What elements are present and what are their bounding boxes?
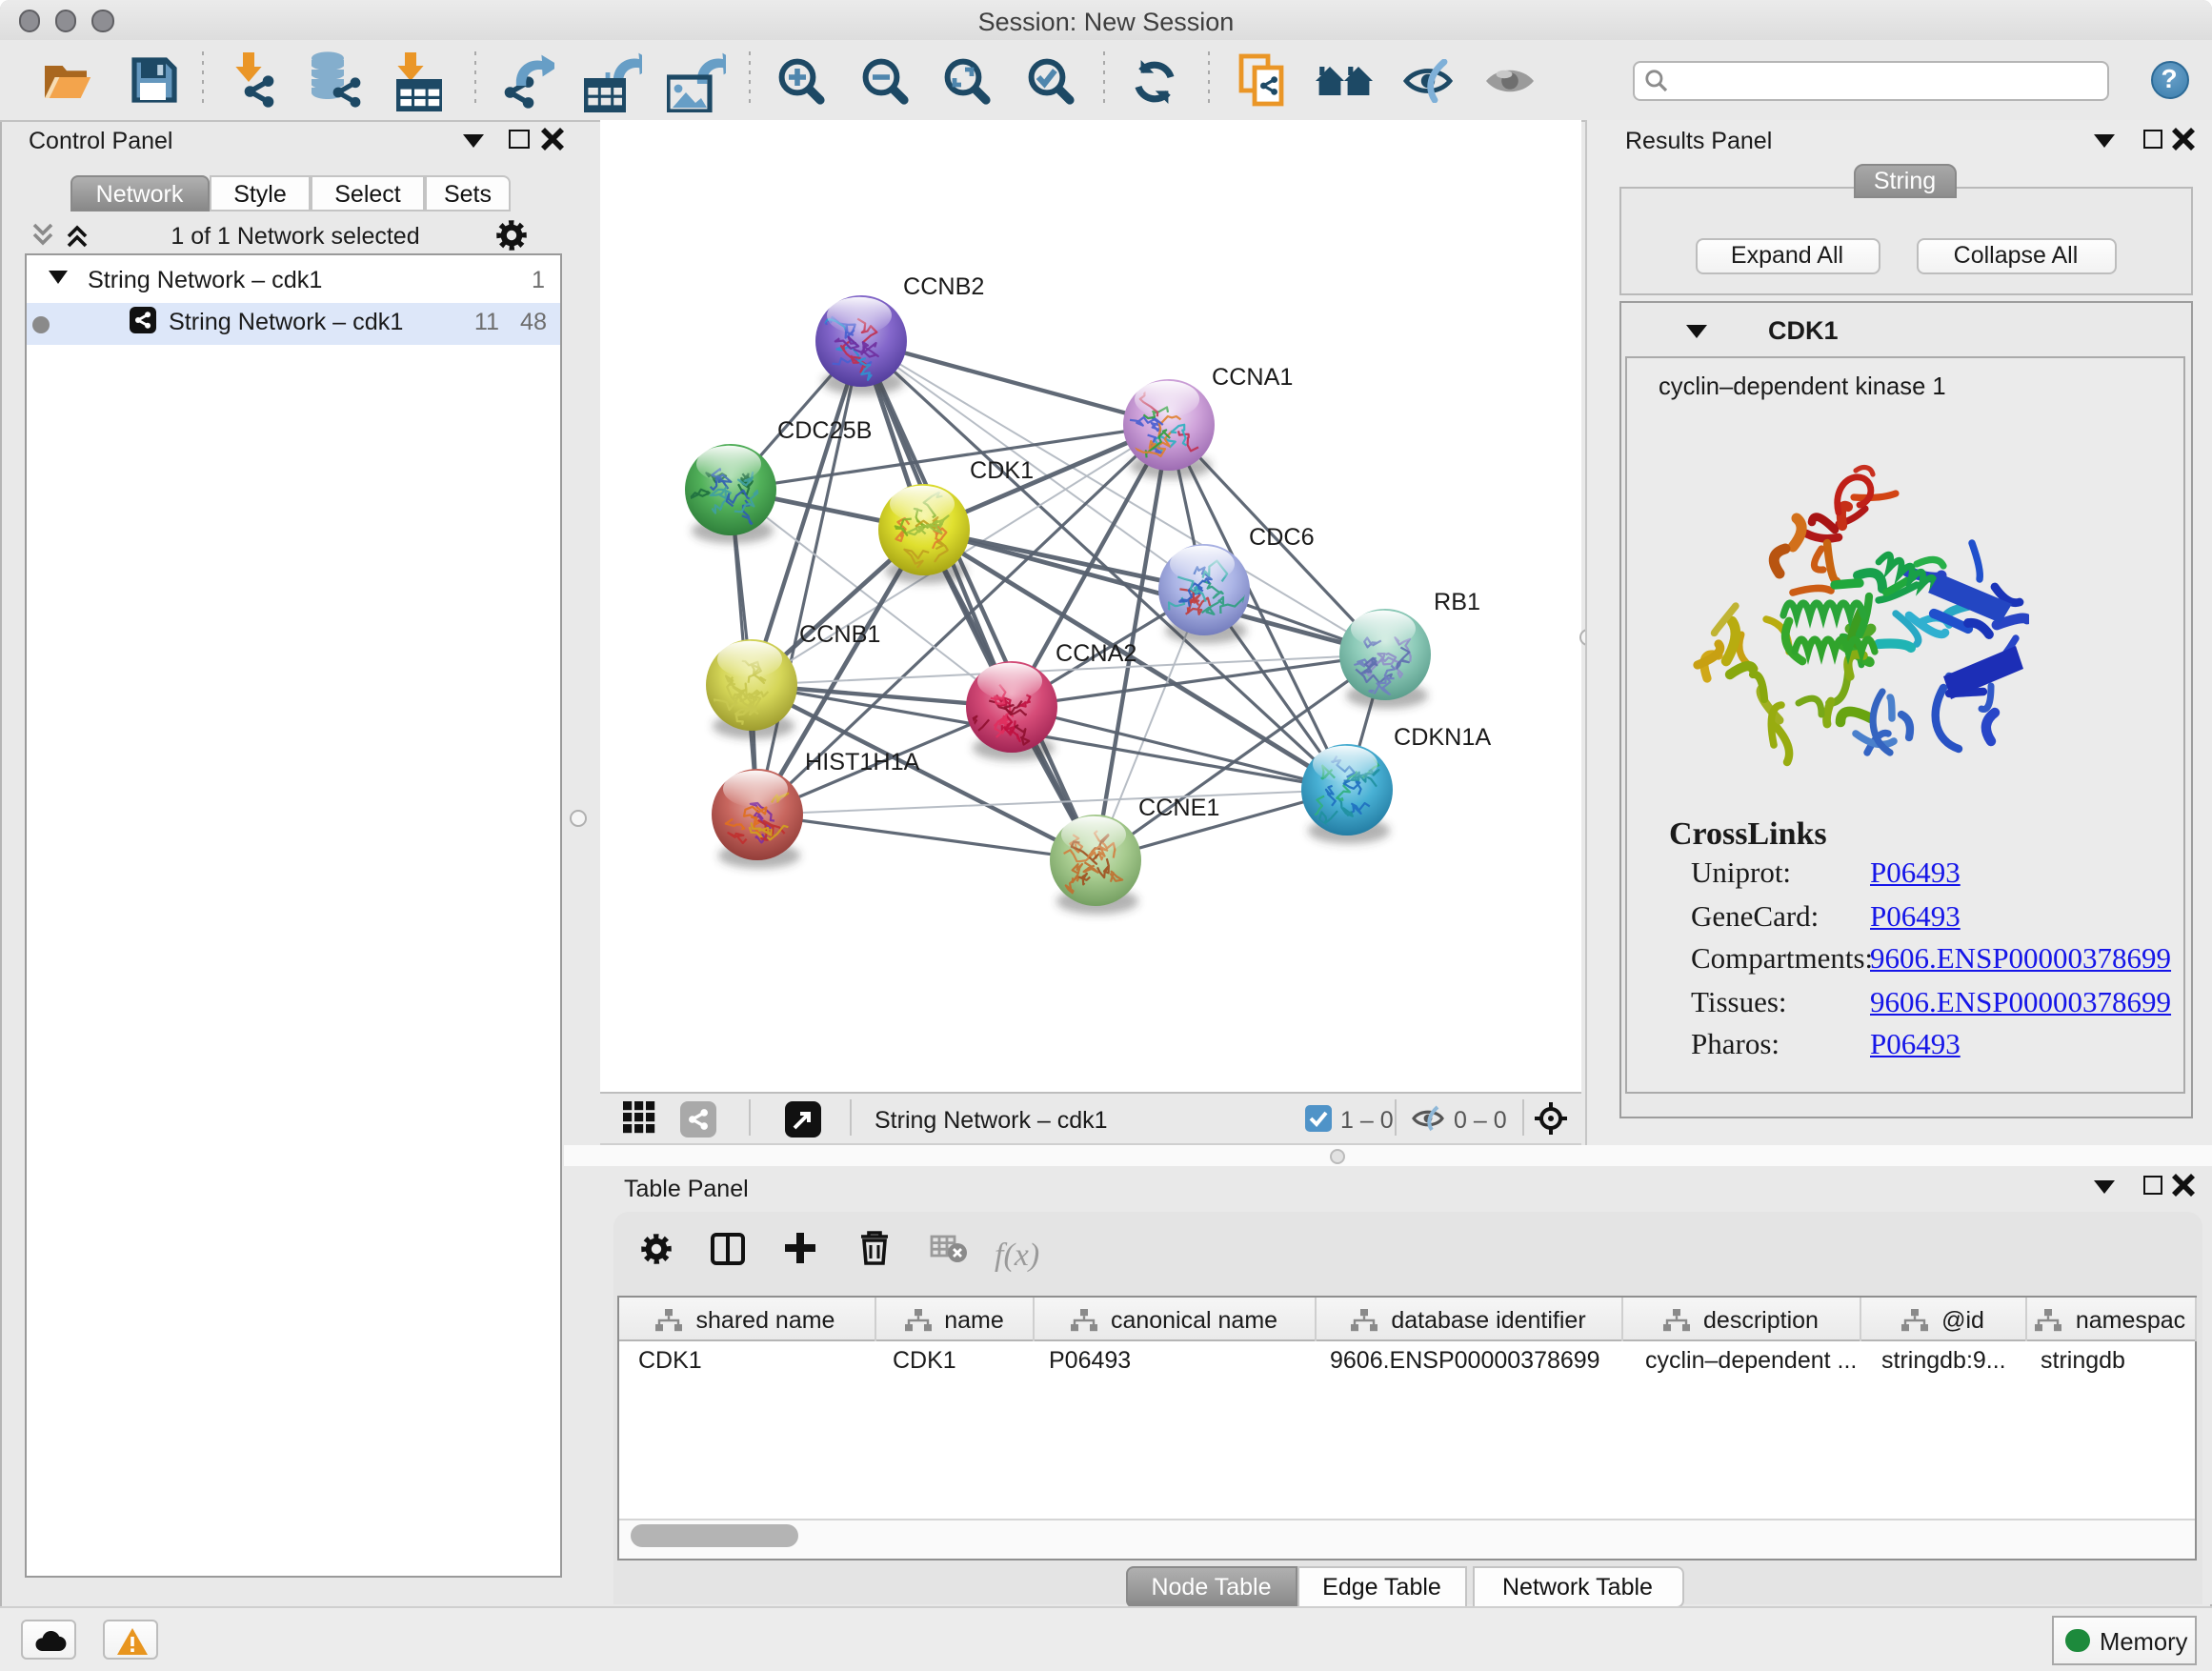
- svg-text:CCNE1: CCNE1: [1137, 795, 1218, 821]
- svg-text:CCNB2: CCNB2: [902, 273, 983, 300]
- svg-text:HIST1H1A: HIST1H1A: [804, 749, 919, 775]
- svg-text:CCNA1: CCNA1: [1211, 364, 1292, 391]
- svg-text:CDK1: CDK1: [969, 457, 1033, 484]
- svg-text:CCNA2: CCNA2: [1055, 640, 1136, 667]
- svg-text:CDC6: CDC6: [1248, 524, 1314, 551]
- svg-text:CCNB1: CCNB1: [798, 621, 879, 648]
- svg-text:CDC25B: CDC25B: [776, 417, 871, 444]
- svg-text:RB1: RB1: [1433, 589, 1479, 615]
- svg-text:CDKN1A: CDKN1A: [1393, 724, 1490, 751]
